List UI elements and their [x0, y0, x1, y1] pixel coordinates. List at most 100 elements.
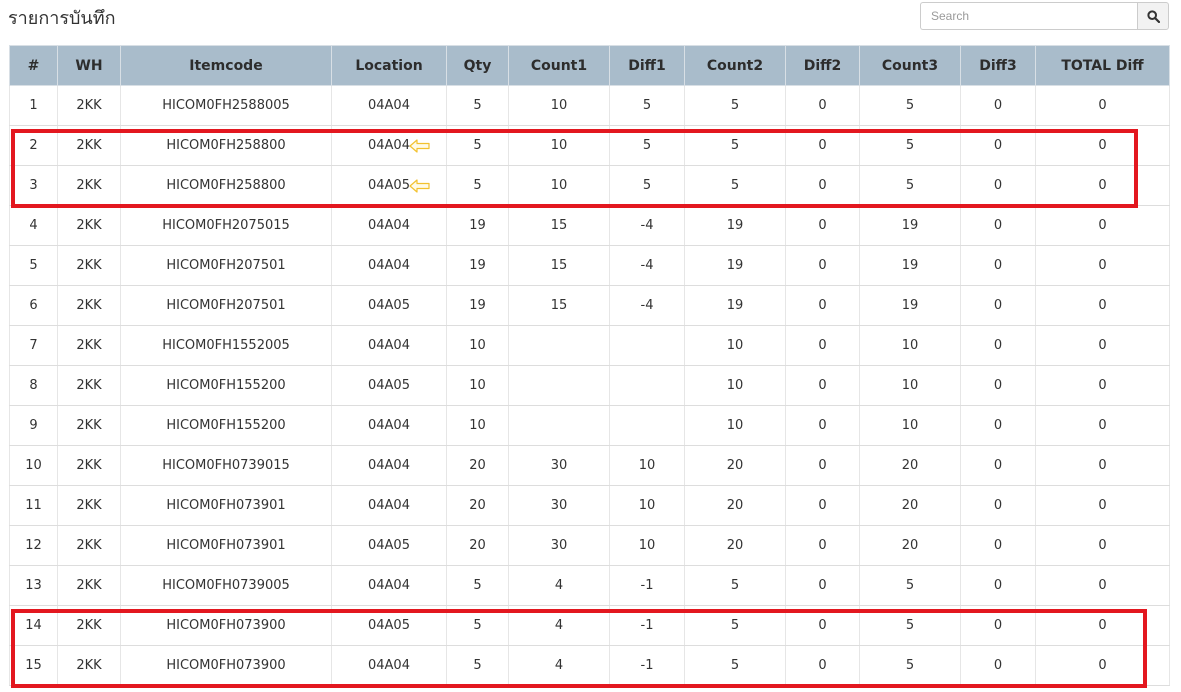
cell-wh: 2KK — [57, 245, 121, 286]
cell-diff1 — [609, 325, 685, 366]
table-body: 1 2KK HICOM0FH2588005 04A04 5 10 5 5 0 5 0 0 2 2KK HIC… — [9, 85, 1170, 686]
cell-qty: 10 — [446, 405, 509, 446]
cell-count3: 10 — [859, 405, 961, 446]
table-row[interactable]: 13 2KK HICOM0FH0739005 04A04 5 4 -1 5 0 5 0 0 — [9, 565, 1170, 606]
cell-itemcode: HICOM0FH0739015 — [120, 445, 332, 486]
cell-location: 04A04 — [331, 85, 447, 126]
cell-diff3: 0 — [960, 205, 1036, 246]
cell-location: 04A05 — [331, 525, 447, 566]
column-header[interactable]: Location — [331, 45, 447, 86]
cell-count3: 19 — [859, 205, 961, 246]
location-value: 04A04 — [368, 218, 410, 233]
table-row[interactable]: 7 2KK HICOM0FH1552005 04A04 10 10 0 10 0 0 — [9, 325, 1170, 366]
cell-itemcode: HICOM0FH073901 — [120, 525, 332, 566]
column-header[interactable]: Diff2 — [785, 45, 860, 86]
cell-itemcode: HICOM0FH155200 — [120, 405, 332, 446]
column-header[interactable]: Diff1 — [609, 45, 685, 86]
table-row[interactable]: 9 2KK HICOM0FH155200 04A04 10 10 0 10 0 0 — [9, 405, 1170, 446]
table-row[interactable]: 4 2KK HICOM0FH2075015 04A04 19 15 -4 19 0 19 0 0 — [9, 205, 1170, 246]
column-header[interactable]: Count3 — [859, 45, 961, 86]
cell-total-diff: 0 — [1035, 85, 1170, 126]
cell-no: 14 — [9, 605, 58, 646]
cell-diff2: 0 — [785, 405, 860, 446]
cell-count2: 5 — [684, 645, 786, 686]
column-header[interactable]: Qty — [446, 45, 509, 86]
cell-diff2: 0 — [785, 445, 860, 486]
cell-diff3: 0 — [960, 285, 1036, 326]
cell-total-diff: 0 — [1035, 245, 1170, 286]
table-row[interactable]: 12 2KK HICOM0FH073901 04A05 20 30 10 20 0 20 0 0 — [9, 525, 1170, 566]
table-row[interactable]: 5 2KK HICOM0FH207501 04A04 19 15 -4 19 0 19 0 0 — [9, 245, 1170, 286]
cell-wh: 2KK — [57, 645, 121, 686]
cell-itemcode: HICOM0FH0739005 — [120, 565, 332, 606]
cell-count3: 5 — [859, 165, 961, 206]
column-header[interactable]: Count2 — [684, 45, 786, 86]
cell-diff1 — [609, 405, 685, 446]
table-row[interactable]: 2 2KK HICOM0FH258800 04A04 5 10 5 5 0 5 0 0 — [9, 125, 1170, 166]
table-row[interactable]: 11 2KK HICOM0FH073901 04A04 20 30 10 20 0 20 0 0 — [9, 485, 1170, 526]
table-row[interactable]: 8 2KK HICOM0FH155200 04A05 10 10 0 10 0 0 — [9, 365, 1170, 406]
cell-count1: 15 — [508, 205, 610, 246]
table-row[interactable]: 15 2KK HICOM0FH073900 04A04 5 4 -1 5 0 5 0 0 — [9, 645, 1170, 686]
cell-itemcode: HICOM0FH1552005 — [120, 325, 332, 366]
cell-wh: 2KK — [57, 85, 121, 126]
cell-location: 04A05 — [331, 365, 447, 406]
search-input[interactable] — [920, 2, 1137, 30]
column-header[interactable]: # — [9, 45, 58, 86]
cell-count3: 10 — [859, 365, 961, 406]
cell-count1: 10 — [508, 125, 610, 166]
table-row[interactable]: 3 2KK HICOM0FH258800 04A05 5 10 5 5 0 5 0 0 — [9, 165, 1170, 206]
cell-wh: 2KK — [57, 565, 121, 606]
cell-diff2: 0 — [785, 325, 860, 366]
records-table-container: # WH Itemcode Location Qty Count1 Diff1 Count2 D… — [9, 45, 1170, 686]
column-header[interactable]: TOTAL Diff — [1035, 45, 1170, 86]
cell-total-diff: 0 — [1035, 485, 1170, 526]
cell-qty: 5 — [446, 565, 509, 606]
table-row[interactable]: 14 2KK HICOM0FH073900 04A05 5 4 -1 5 0 5 0 0 — [9, 605, 1170, 646]
table-header-row: # WH Itemcode Location Qty Count1 Diff1 Count2 D… — [9, 45, 1170, 86]
location-value: 04A04 — [368, 458, 410, 473]
table-row[interactable]: 10 2KK HICOM0FH0739015 04A04 20 30 10 20 0 20 0 0 — [9, 445, 1170, 486]
cell-count3: 5 — [859, 125, 961, 166]
cell-qty: 10 — [446, 325, 509, 366]
cell-total-diff: 0 — [1035, 365, 1170, 406]
cell-count2: 19 — [684, 205, 786, 246]
cell-location: 04A04 — [331, 485, 447, 526]
cell-diff3: 0 — [960, 565, 1036, 606]
search-icon — [1146, 9, 1160, 23]
cell-itemcode: HICOM0FH2588005 — [120, 85, 332, 126]
cell-count2: 20 — [684, 445, 786, 486]
cell-count1 — [508, 325, 610, 366]
cell-diff1: -1 — [609, 645, 685, 686]
column-header[interactable]: Count1 — [508, 45, 610, 86]
location-value: 04A04 — [368, 338, 410, 353]
cell-total-diff: 0 — [1035, 605, 1170, 646]
search-button[interactable] — [1137, 2, 1169, 30]
cell-count1: 30 — [508, 485, 610, 526]
location-value: 04A05 — [368, 618, 410, 633]
cell-count2: 20 — [684, 485, 786, 526]
cell-total-diff: 0 — [1035, 125, 1170, 166]
cell-count1: 15 — [508, 245, 610, 286]
cell-no: 15 — [9, 645, 58, 686]
cell-diff1 — [609, 365, 685, 406]
search-bar — [920, 2, 1169, 30]
cell-count1: 4 — [508, 605, 610, 646]
location-value: 04A04 — [368, 578, 410, 593]
cell-diff1: -1 — [609, 605, 685, 646]
column-header[interactable]: WH — [57, 45, 121, 86]
cell-count1 — [508, 405, 610, 446]
cell-count1: 10 — [508, 85, 610, 126]
cell-diff2: 0 — [785, 365, 860, 406]
table-row[interactable]: 6 2KK HICOM0FH207501 04A05 19 15 -4 19 0 19 0 0 — [9, 285, 1170, 326]
cell-wh: 2KK — [57, 525, 121, 566]
column-header[interactable]: Itemcode — [120, 45, 332, 86]
table-row[interactable]: 1 2KK HICOM0FH2588005 04A04 5 10 5 5 0 5 0 0 — [9, 85, 1170, 126]
column-header[interactable]: Diff3 — [960, 45, 1036, 86]
cell-diff1: -4 — [609, 245, 685, 286]
cell-diff3: 0 — [960, 525, 1036, 566]
cell-wh: 2KK — [57, 325, 121, 366]
cell-diff1: -1 — [609, 565, 685, 606]
cell-count1: 4 — [508, 645, 610, 686]
cell-count1: 15 — [508, 285, 610, 326]
